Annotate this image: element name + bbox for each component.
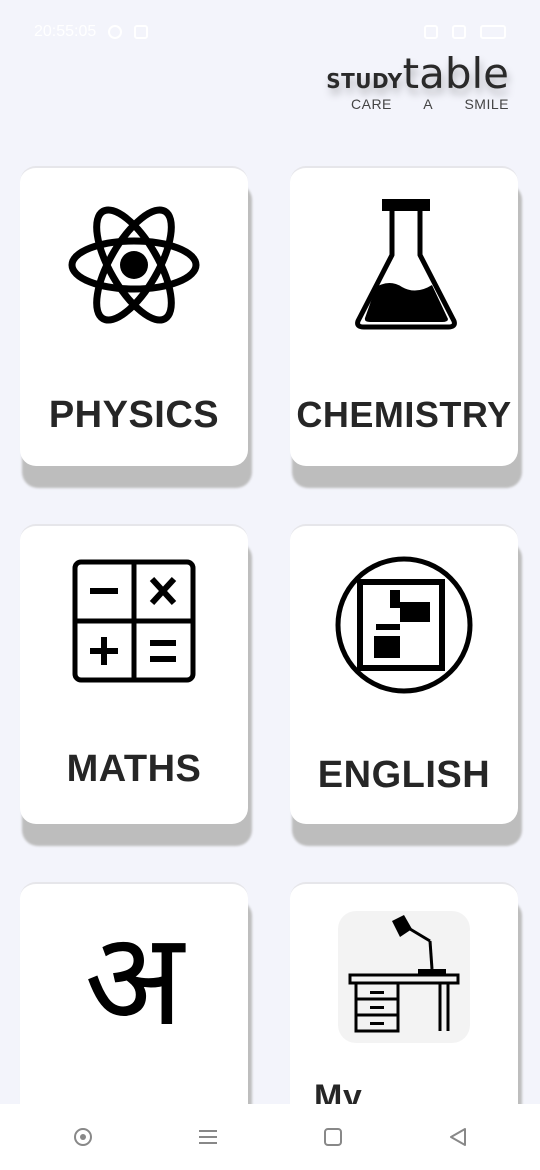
- system-nav-bar: [0, 1104, 540, 1170]
- english-icon: [290, 550, 518, 700]
- menu-icon[interactable]: [188, 1117, 228, 1157]
- subject-label: MATHS: [66, 748, 202, 790]
- record-icon[interactable]: [63, 1117, 103, 1157]
- maths-card[interactable]: MATHS: [20, 524, 248, 824]
- tagline-word-a: A: [423, 96, 434, 112]
- english-card[interactable]: ENGLISH: [290, 524, 518, 824]
- tagline-word-smile: SMILE: [464, 96, 509, 112]
- signal-icon: [424, 25, 438, 39]
- hindi-letter-icon: अ: [20, 904, 248, 1054]
- physics-card[interactable]: PHYSICS: [20, 166, 248, 466]
- subject-card-english[interactable]: ENGLISH: [290, 524, 522, 846]
- subject-label: ENGLISH: [317, 754, 491, 796]
- calculator-icon: [20, 546, 248, 696]
- logo-table-text: table: [402, 49, 509, 98]
- subject-label: CHEMISTRY: [296, 394, 512, 435]
- subject-label: PHYSICS: [48, 394, 220, 436]
- app-notification-icon: [134, 25, 149, 39]
- chemistry-card[interactable]: CHEMISTRY: [290, 166, 518, 466]
- home-square-icon[interactable]: [313, 1117, 353, 1157]
- status-time: 20:55:05: [34, 23, 97, 40]
- hindi-letter-glyph: अ: [84, 903, 184, 1055]
- logo-tagline: CARE A SMILE: [351, 96, 509, 112]
- subject-card-chemistry[interactable]: CHEMISTRY: [290, 166, 522, 488]
- studytable-logo: STUDY table CARE A SMILE: [326, 49, 509, 113]
- battery-icon: [480, 25, 506, 39]
- desk-icon: [290, 902, 518, 1052]
- logo-study-text: STUDY: [326, 69, 403, 93]
- flask-icon: [290, 190, 518, 340]
- tagline-word-care: CARE: [351, 96, 392, 112]
- atom-icon: [20, 190, 248, 340]
- subject-card-physics[interactable]: PHYSICS: [20, 166, 252, 488]
- back-triangle-icon[interactable]: [438, 1117, 478, 1157]
- wifi-icon: [452, 25, 466, 39]
- subject-card-maths[interactable]: MATHS: [20, 524, 252, 846]
- notification-icon: [108, 25, 123, 39]
